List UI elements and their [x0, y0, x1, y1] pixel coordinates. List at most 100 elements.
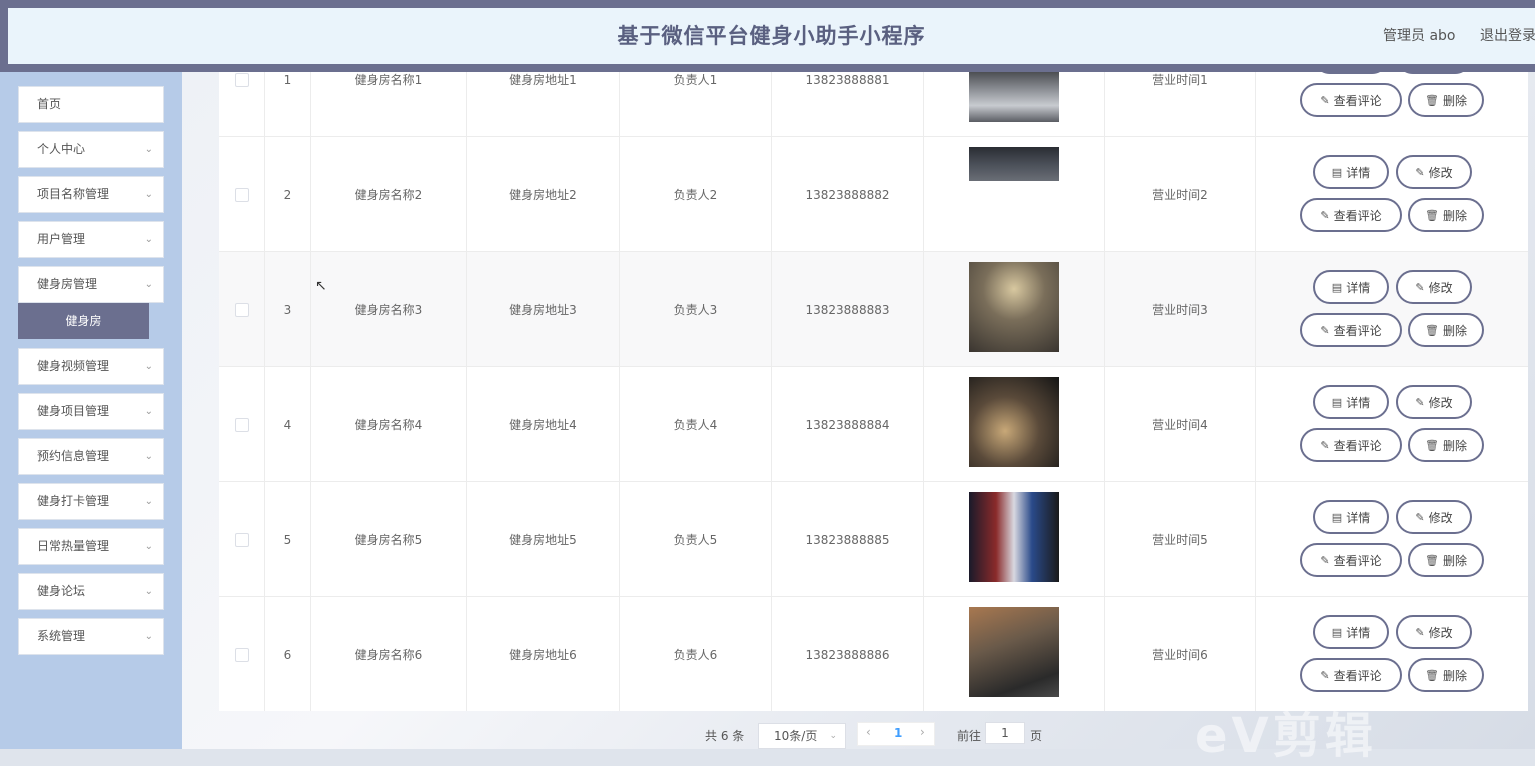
delete-button[interactable]: 🗑 删除: [1408, 198, 1484, 232]
gym-hours: 营业时间5: [1105, 482, 1256, 597]
sidebar-item-home[interactable]: 首页: [18, 86, 164, 123]
view-comments-button[interactable]: ✎ 查看评论: [1300, 313, 1402, 347]
next-page-icon[interactable]: ›: [920, 725, 925, 739]
view-comments-button[interactable]: ✎ 查看评论: [1300, 543, 1402, 577]
detail-button[interactable]: ▤详情: [1313, 615, 1389, 649]
edit-button[interactable]: ✎修改: [1396, 72, 1472, 74]
detail-button[interactable]: ▤详情: [1313, 385, 1389, 419]
page-size-select[interactable]: 10条/页 ⌄: [758, 723, 846, 749]
sidebar-item-bookings[interactable]: 预约信息管理 ⌄: [18, 438, 164, 475]
chevron-down-icon: ⌄: [144, 586, 153, 597]
delete-button[interactable]: 🗑 删除: [1408, 83, 1484, 117]
sidebar-item-label: 健身视频管理: [37, 359, 110, 373]
row-select-cell: [219, 367, 265, 482]
row-select-cell: [219, 482, 265, 597]
chevron-down-icon: ⌄: [144, 234, 153, 245]
row-select-cell: [219, 137, 265, 252]
sidebar-item-checkins[interactable]: 健身打卡管理 ⌄: [18, 483, 164, 520]
gym-manager: 负责人1: [620, 72, 772, 137]
detail-button[interactable]: ▤详情: [1313, 155, 1389, 189]
button-label: 详情: [1346, 280, 1371, 295]
row-checkbox[interactable]: [234, 417, 249, 432]
button-label: 详情: [1346, 625, 1371, 640]
edit-button[interactable]: ✎修改: [1396, 385, 1472, 419]
gym-photo: [969, 72, 1059, 122]
sidebar-item-personal-center[interactable]: 个人中心 ⌄: [18, 131, 164, 168]
button-label: 查看评论: [1333, 668, 1382, 683]
sidebar-item-system[interactable]: 系统管理 ⌄: [18, 618, 164, 655]
edit-button[interactable]: ✎修改: [1396, 500, 1472, 534]
page-title: 基于微信平台健身小助手小程序: [617, 24, 926, 48]
view-comments-button[interactable]: ✎ 查看评论: [1300, 198, 1402, 232]
gym-table: 1健身房名称1健身房地址1负责人113823888881营业时间1▤详情✎修改✎…: [219, 72, 1528, 711]
sidebar-item-label: 个人中心: [37, 142, 86, 156]
sidebar-item-label: 项目名称管理: [37, 187, 110, 201]
document-icon: ▤: [1331, 510, 1343, 524]
view-comments-button[interactable]: ✎ 查看评论: [1300, 428, 1402, 462]
edit-button[interactable]: ✎修改: [1396, 615, 1472, 649]
edit-button[interactable]: ✎修改: [1396, 270, 1472, 304]
sidebar-subitem-gym[interactable]: 健身房: [18, 303, 149, 339]
delete-button[interactable]: 🗑 删除: [1408, 313, 1484, 347]
document-icon: ▤: [1331, 395, 1343, 409]
sidebar-item-calories[interactable]: 日常热量管理 ⌄: [18, 528, 164, 565]
gym-name: 健身房名称6: [311, 597, 467, 711]
sidebar-item-users[interactable]: 用户管理 ⌄: [18, 221, 164, 258]
view-comments-button[interactable]: ✎ 查看评论: [1300, 658, 1402, 692]
row-index: 1: [265, 72, 311, 137]
table-row: 3 健身房名称3 健身房地址3 负责人3 13823888883 营业时间3 ▤ 详情 ✎ 修改 ✎…: [219, 252, 1528, 367]
row-actions: ▤详情✎修改✎查看评论🗑删除: [1300, 367, 1528, 482]
sidebar-item-label: 日常热量管理: [37, 539, 110, 553]
view-comments-button[interactable]: ✎ 查看评论: [1300, 83, 1402, 117]
logout-link[interactable]: 退出登录: [1480, 8, 1535, 64]
prev-page-icon[interactable]: ‹: [866, 725, 871, 739]
button-label: 修改: [1428, 395, 1453, 410]
pencil-icon: ✎: [1415, 165, 1425, 179]
goto-page-input[interactable]: 1: [985, 722, 1025, 744]
pencil-icon: ✎: [1320, 93, 1330, 107]
mouse-cursor-icon: ↖: [315, 278, 327, 294]
chevron-down-icon: ⌄: [144, 406, 153, 417]
row-actions: ▤详情✎修改 ✎查看评论🗑删除: [1300, 482, 1528, 597]
gym-image-cell: [924, 72, 1105, 137]
detail-button[interactable]: ▤详情: [1313, 270, 1389, 304]
pencil-icon: ✎: [1320, 208, 1330, 222]
gym-name: 健身房名称2: [311, 137, 467, 252]
gym-image-cell: [924, 252, 1105, 367]
sidebar-item-gyms[interactable]: 健身房管理 ⌄: [18, 266, 164, 303]
gym-name: 健身房名称3: [311, 252, 467, 367]
pencil-icon: ✎: [1320, 438, 1330, 452]
delete-button[interactable]: 🗑 删除: [1408, 658, 1484, 692]
sidebar-item-label: 健身房管理: [37, 277, 98, 291]
sidebar-item-project-names[interactable]: 项目名称管理 ⌄: [18, 176, 164, 213]
goto-label: 前往: [957, 729, 982, 743]
pencil-icon: ✎: [1415, 510, 1425, 524]
gym-photo: [969, 607, 1059, 697]
row-checkbox[interactable]: [234, 532, 249, 547]
row-checkbox[interactable]: [234, 647, 249, 662]
row-checkbox[interactable]: [234, 72, 249, 87]
detail-button[interactable]: ▤详情: [1313, 72, 1389, 74]
gym-name: 健身房名称4: [311, 367, 467, 482]
row-checkbox[interactable]: [234, 187, 249, 202]
gym-phone: 13823888882: [772, 137, 924, 252]
detail-button[interactable]: ▤详情: [1313, 500, 1389, 534]
sidebar-item-videos[interactable]: 健身视频管理 ⌄: [18, 348, 164, 385]
delete-button[interactable]: 🗑 删除: [1408, 543, 1484, 577]
gym-address: 健身房地址5: [467, 482, 620, 597]
current-user: 管理员 abo: [1383, 28, 1456, 44]
document-icon: ▤: [1331, 165, 1343, 179]
page-size-value: 10条/页: [774, 729, 818, 743]
sidebar: 首页 个人中心 ⌄ 项目名称管理 ⌄ 用户管理 ⌄ 健身房管理 ⌄ 健身房 健身视频管理…: [0, 72, 182, 749]
row-actions: ▤详情✎修改✎查看评论🗑删除: [1300, 137, 1528, 252]
sidebar-item-forum[interactable]: 健身论坛 ⌄: [18, 573, 164, 610]
delete-button[interactable]: 🗑 删除: [1408, 428, 1484, 462]
current-page[interactable]: 1: [894, 726, 902, 740]
gym-photo: [969, 147, 1059, 181]
chevron-down-icon: ⌄: [144, 541, 153, 552]
gym-address: 健身房地址2: [467, 137, 620, 252]
button-label: 详情: [1346, 165, 1371, 180]
row-checkbox[interactable]: [234, 302, 249, 317]
edit-button[interactable]: ✎修改: [1396, 155, 1472, 189]
sidebar-item-fitness-projects[interactable]: 健身项目管理 ⌄: [18, 393, 164, 430]
